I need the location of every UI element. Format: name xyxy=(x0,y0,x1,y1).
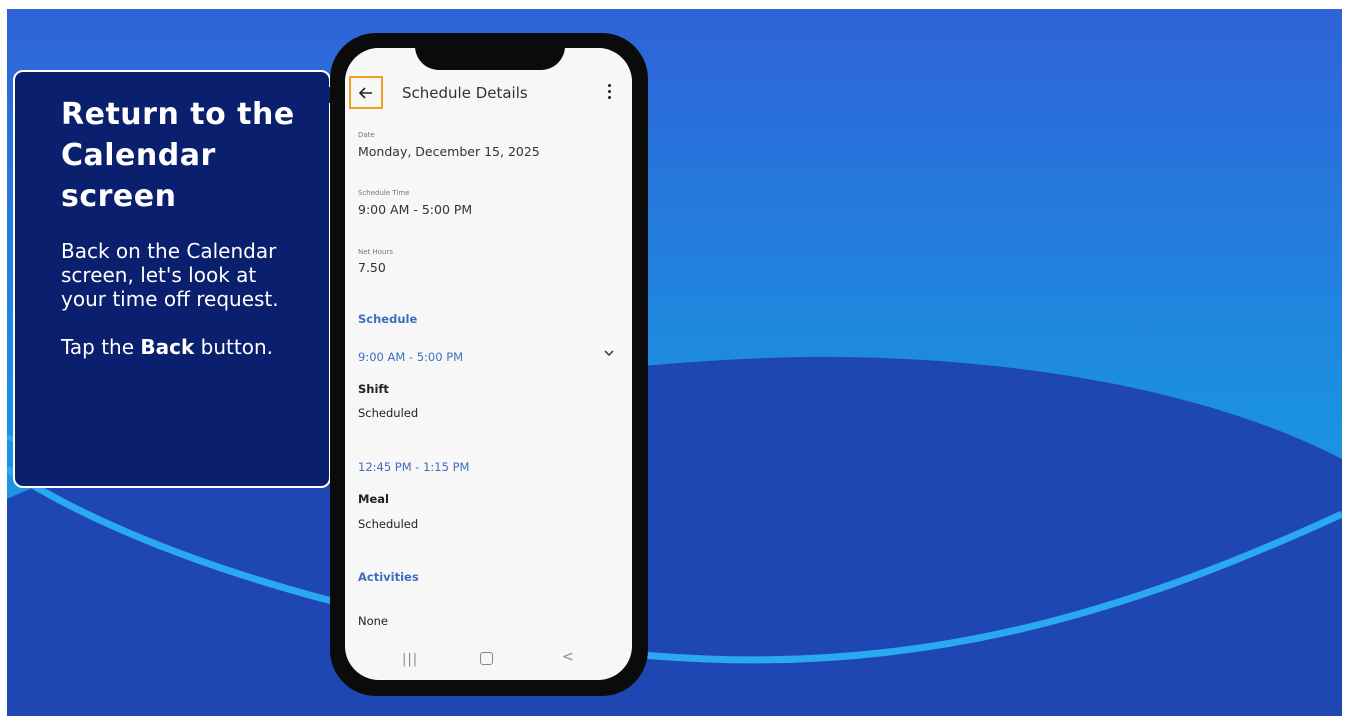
instruction-prefix: Tap the xyxy=(61,335,141,359)
net-hours-label: Net Hours xyxy=(358,248,394,256)
callout-instruction: Tap the Back button. xyxy=(61,335,307,359)
system-back-icon[interactable]: < xyxy=(562,649,574,665)
back-button[interactable] xyxy=(349,76,383,109)
segment-1-type: Shift xyxy=(358,382,389,396)
system-nav-bar: ||| < xyxy=(345,638,632,680)
schedule-heading: Schedule xyxy=(358,312,418,326)
date-value: Monday, December 15, 2025 xyxy=(358,144,540,159)
arrow-left-icon xyxy=(359,86,372,99)
segment-1-status: Scheduled xyxy=(358,406,419,420)
segment-2-time[interactable]: 12:45 PM - 1:15 PM xyxy=(358,460,469,474)
more-options-icon[interactable] xyxy=(607,84,613,102)
activities-value: None xyxy=(358,614,389,628)
schedule-time-label: Schedule Time xyxy=(358,189,410,197)
instruction-callout: Return to the Calendar screen Back on th… xyxy=(13,70,345,488)
home-icon[interactable] xyxy=(480,652,493,665)
callout-text: Back on the Calendar screen, let's look … xyxy=(61,239,279,311)
phone-screen: Schedule Details Date Monday, December 1… xyxy=(345,48,632,680)
schedule-time-value: 9:00 AM - 5:00 PM xyxy=(358,202,473,217)
chevron-down-icon[interactable] xyxy=(604,350,614,357)
segment-2-type: Meal xyxy=(358,492,389,506)
callout-title: Return to the Calendar screen xyxy=(61,97,295,214)
instruction-suffix: button. xyxy=(194,335,273,359)
recent-apps-icon[interactable]: ||| xyxy=(402,652,418,667)
segment-2-status: Scheduled xyxy=(358,517,419,531)
net-hours-value: 7.50 xyxy=(358,260,386,275)
date-label: Date xyxy=(358,131,375,139)
segment-1-time[interactable]: 9:00 AM - 5:00 PM xyxy=(358,350,463,364)
screen-title: Schedule Details xyxy=(402,84,528,102)
activities-heading: Activities xyxy=(358,570,419,584)
phone-notch xyxy=(415,40,565,70)
instruction-bold: Back xyxy=(140,335,195,359)
